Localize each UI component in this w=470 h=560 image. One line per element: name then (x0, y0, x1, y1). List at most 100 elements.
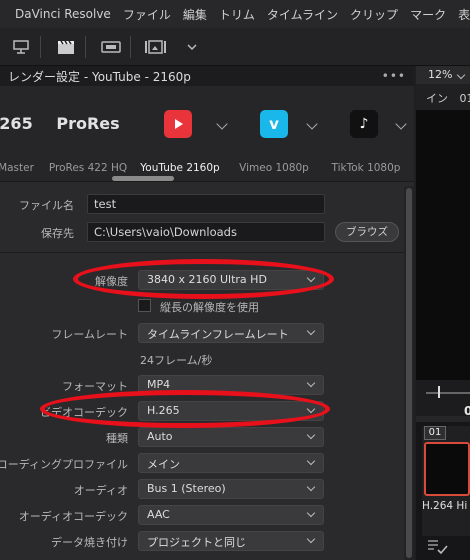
scrub-bar[interactable] (426, 392, 470, 394)
burnin-dropdown[interactable]: プロジェクトと同じ (138, 531, 324, 551)
annotation-circle-resolution (73, 259, 334, 299)
filename-input[interactable]: test (87, 194, 325, 214)
render-settings-form: ファイル名 test 保存先 C:\Users\vaio\Downloads ブ… (0, 186, 414, 560)
toolbar-divider (85, 35, 86, 58)
section-divider (0, 252, 404, 253)
chevron-down-icon (306, 456, 316, 466)
audiocodec-label: オーディオコーデック (18, 510, 128, 523)
framerate-row: フレームレート タイムラインフレームレート (0, 323, 404, 345)
playhead[interactable] (438, 386, 440, 398)
panel-header: レンダー設定 - YouTube - 2160p ••• (0, 66, 414, 86)
youtube-icon (164, 110, 192, 138)
render-settings-window: DaVinci Resolve ファイル 編集 トリム タイムライン クリップ … (0, 0, 470, 560)
menu-file[interactable]: ファイル (123, 6, 171, 23)
location-input[interactable]: C:\Users\vaio\Downloads (87, 222, 325, 242)
audio-dropdown[interactable]: Bus 1 (Stereo) (138, 479, 324, 499)
clapper-icon[interactable] (51, 32, 81, 62)
menu-timeline[interactable]: タイムライン (267, 6, 338, 23)
chevron-down-icon (306, 508, 316, 518)
in-label: イン (426, 92, 448, 105)
fps-row: 24フレーム/秒 (0, 349, 404, 371)
menu-mark[interactable]: マーク (410, 6, 446, 23)
audio-row: オーディオ Bus 1 (Stereo) (0, 479, 404, 501)
timeline-clip[interactable]: 01 H.264 Hi (422, 426, 470, 536)
menu-edit[interactable]: 編集 (183, 6, 207, 23)
audiocodec-dropdown[interactable]: AAC (138, 505, 324, 525)
type-row: 種類 Auto (0, 427, 404, 449)
preset-youtube-label: YouTube 2160p (140, 162, 220, 174)
location-label: 保存先 (41, 227, 74, 240)
profile-dropdown[interactable]: メイン (138, 453, 324, 473)
zoom-value: 12% (428, 68, 453, 81)
toolbar (0, 28, 470, 66)
menu-bar: DaVinci Resolve ファイル 編集 トリム タイムライン クリップ … (0, 0, 470, 28)
preset-prores-code: ProRes (56, 114, 120, 133)
chevron-down-icon (456, 70, 466, 80)
framerate-label: フレームレート (51, 328, 128, 341)
profile-label: エンコーディングプロファイル (0, 458, 128, 471)
clip-thumbnail[interactable] (424, 442, 470, 496)
audiocodec-row: オーディオコーデック AAC (0, 505, 404, 527)
location-row: 保存先 C:\Users\vaio\Downloads ブラウズ (0, 222, 404, 244)
audiocodec-value: AAC (147, 508, 170, 521)
chevron-down-icon (306, 378, 316, 388)
in-value: 01 (459, 92, 470, 105)
type-dropdown[interactable]: Auto (138, 427, 324, 447)
chevron-down-icon (306, 326, 316, 336)
preset-strip: 265 Master ProRes ProRes 422 HQ YouTube … (0, 86, 414, 182)
preset-vimeo[interactable]: v Vimeo 1080p (236, 86, 312, 182)
clip-label: H.264 Hi (422, 500, 468, 512)
burnin-value: プロジェクトと同じ (147, 536, 246, 549)
render-queue-icon[interactable] (6, 32, 36, 62)
in-point-row: イン 01 (416, 84, 470, 110)
preset-tiktok-label: TikTok 1080p (331, 162, 401, 174)
filename-label: ファイル名 (19, 199, 74, 212)
profile-value: メイン (147, 458, 180, 471)
filename-row: ファイル名 test (0, 194, 404, 216)
burnin-label: データ焼き付け (51, 536, 128, 549)
vertical-resolution-row: 縦長の解像度を使用 (0, 296, 404, 318)
browse-button[interactable]: ブラウズ (335, 222, 399, 242)
form-scrollbar[interactable] (404, 186, 414, 560)
transport-bar: 0 (416, 380, 470, 418)
framerate-value: タイムラインフレームレート (147, 328, 289, 341)
menu-clip[interactable]: クリップ (350, 6, 398, 23)
menu-view[interactable]: 表示 (458, 6, 470, 23)
profile-row: エンコーディングプロファイル メイン (0, 453, 404, 475)
render-settings-panel: レンダー設定 - YouTube - 2160p ••• 265 Master … (0, 66, 414, 560)
preset-master-label: Master (0, 162, 34, 174)
preset-vimeo-label: Vimeo 1080p (239, 162, 309, 174)
vimeo-icon: v (260, 110, 288, 138)
tiktok-icon: ♪ (350, 110, 378, 138)
app-title: DaVinci Resolve (15, 7, 111, 21)
menu-trim[interactable]: トリム (219, 6, 255, 23)
fps-text: 24フレーム/秒 (140, 354, 213, 367)
vertical-resolution-checkbox[interactable] (138, 299, 151, 312)
preset-master[interactable]: 265 Master (0, 86, 38, 182)
annotation-circle-codec (40, 390, 330, 428)
framerate-dropdown[interactable]: タイムラインフレームレート (138, 323, 324, 343)
chevron-down-icon[interactable] (177, 32, 207, 62)
type-label: 種類 (106, 432, 128, 445)
preset-prores-label: ProRes 422 HQ (48, 162, 128, 174)
tape-icon[interactable] (96, 32, 126, 62)
clip-view-icon[interactable] (141, 32, 171, 62)
audio-label: オーディオ (73, 484, 128, 497)
chevron-down-icon (306, 482, 316, 492)
format-value: MP4 (147, 378, 171, 391)
toolbar-divider (40, 35, 41, 58)
clip-number: 01 (424, 426, 446, 440)
vertical-resolution-label: 縦長の解像度を使用 (160, 301, 259, 314)
preset-youtube[interactable]: YouTube 2160p (138, 86, 222, 182)
preset-tiktok[interactable]: ♪ TikTok 1080p (328, 86, 404, 182)
preset-master-code: 265 (0, 114, 33, 133)
render-check-icon[interactable] (426, 538, 450, 556)
preset-scrollbar[interactable] (112, 176, 174, 181)
chevron-down-icon (306, 430, 316, 440)
video-viewer[interactable] (416, 110, 470, 380)
audio-value: Bus 1 (Stereo) (147, 482, 226, 495)
more-horizontal-icon[interactable]: ••• (382, 69, 406, 83)
form-scrollbar-thumb[interactable] (406, 188, 412, 558)
zoom-dropdown[interactable]: 12% (416, 66, 470, 84)
preset-prores[interactable]: ProRes ProRes 422 HQ (48, 86, 128, 182)
